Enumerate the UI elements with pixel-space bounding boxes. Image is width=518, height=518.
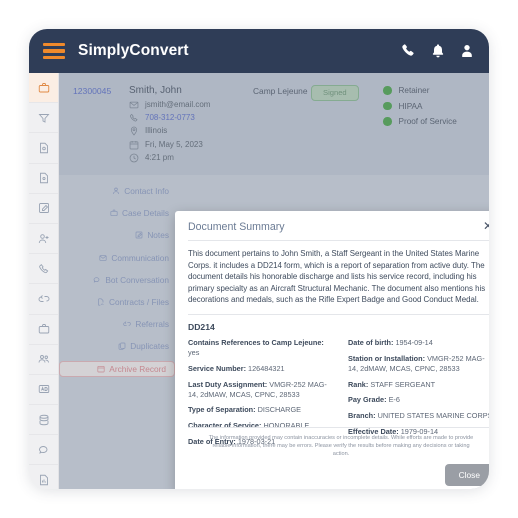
- navbar-actions: [401, 43, 475, 59]
- field-label: Station or Installation:: [348, 353, 426, 363]
- field-row: Contains References to Camp Lejeune: yes: [188, 338, 334, 358]
- field-row: Last Duty Assignment: VMGR-252 MAG-14, 2…: [188, 380, 334, 400]
- field-label: Last Duty Assignment:: [188, 379, 268, 389]
- rail-item-users[interactable]: [29, 345, 58, 375]
- field-label: Date of birth:: [348, 337, 394, 347]
- rail-item-document-lock[interactable]: [29, 164, 58, 194]
- rail-item-funnel[interactable]: [29, 103, 58, 134]
- field-label: Contains References to Camp Lejeune:: [188, 337, 324, 347]
- modal-title: Document Summary: [188, 221, 285, 233]
- rail-item-share[interactable]: [29, 284, 58, 315]
- field-label: Pay Grade:: [348, 395, 387, 405]
- modal-actions: Close: [188, 458, 489, 489]
- bell-icon[interactable]: [430, 43, 446, 59]
- rail-item-document-search[interactable]: [29, 133, 58, 164]
- hamburger-bar: [43, 42, 65, 46]
- field-label: Type of Separation:: [188, 405, 256, 415]
- user-icon[interactable]: [459, 43, 475, 59]
- document-summary-text: This document pertains to John Smith, a …: [188, 241, 489, 315]
- field-label: Service Number:: [188, 363, 246, 373]
- field-value: E-6: [388, 395, 400, 405]
- close-button[interactable]: Close: [444, 464, 489, 486]
- field-label: Rank:: [348, 379, 369, 389]
- hamburger-bar: [43, 56, 65, 60]
- modal-footer: The information provided may contain ina…: [188, 427, 489, 489]
- field-label: Branch:: [348, 410, 376, 420]
- document-type-heading: DD214: [188, 321, 215, 332]
- disclaimer-text: The information provided may contain ina…: [208, 435, 474, 457]
- app-window: SimplyConvert 12300045 Smith, John jsmit…: [29, 29, 489, 489]
- close-icon[interactable]: ✕: [482, 220, 489, 232]
- hamburger-icon[interactable]: [43, 42, 65, 60]
- field-row: Branch: UNITED STATES MARINE CORPS: [348, 411, 489, 421]
- field-row: Service Number: 126484321: [188, 364, 334, 374]
- rail-item-chat[interactable]: [29, 435, 58, 466]
- left-icon-rail: [29, 73, 59, 489]
- field-value: UNITED STATES MARINE CORPS: [377, 410, 489, 420]
- field-row: Pay Grade: E-6: [348, 395, 489, 405]
- document-summary-modal: Document Summary ✕ This document pertain…: [175, 211, 489, 489]
- field-value: 126484321: [248, 363, 285, 373]
- main-body: 12300045 Smith, John jsmith@email.com 70…: [59, 73, 489, 489]
- field-row: Station or Installation: VMGR-252 MAG-14…: [348, 354, 489, 374]
- hamburger-bar: [43, 49, 65, 53]
- phone-icon[interactable]: [401, 43, 417, 59]
- field-value: yes: [188, 348, 200, 358]
- rail-item-briefcase[interactable]: [29, 73, 58, 104]
- top-navbar: SimplyConvert: [29, 29, 489, 73]
- field-value: 1954-09-14: [395, 337, 433, 347]
- rail-item-database[interactable]: [29, 405, 58, 436]
- field-row: Type of Separation: DISCHARGE: [188, 405, 334, 415]
- field-row: Rank: STAFF SERGEANT: [348, 380, 489, 390]
- field-value: STAFF SERGEANT: [370, 379, 436, 389]
- rail-item-ad[interactable]: [29, 375, 58, 406]
- app-brand-title: SimplyConvert: [78, 42, 189, 59]
- field-row: Date of birth: 1954-09-14: [348, 338, 489, 348]
- modal-header: Document Summary ✕: [188, 220, 489, 241]
- rail-item-add-user[interactable]: [29, 224, 58, 255]
- app-root: SimplyConvert 12300045 Smith, John jsmit…: [0, 0, 518, 518]
- field-value: DISCHARGE: [257, 405, 301, 415]
- rail-item-report[interactable]: [29, 465, 58, 489]
- rail-item-edit-note[interactable]: [29, 194, 58, 224]
- rail-item-briefcase-alt[interactable]: [29, 315, 58, 345]
- rail-item-phone[interactable]: [29, 254, 58, 285]
- modal-overlay[interactable]: Document Summary ✕ This document pertain…: [59, 73, 489, 489]
